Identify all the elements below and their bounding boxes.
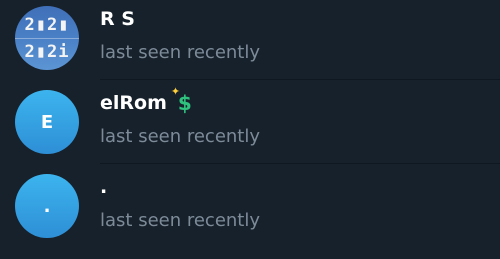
contact-row[interactable]: E elRom ✦ $ last seen recently — [0, 80, 500, 164]
contact-row[interactable]: . . last seen recently — [0, 164, 500, 248]
contact-status: last seen recently — [100, 210, 261, 231]
avatar-initial: . — [43, 195, 51, 217]
contact-name: . — [100, 176, 107, 198]
contact-name-text: elRom — [100, 92, 167, 114]
contact-name: R S — [100, 8, 135, 30]
contact-name-text: R S — [100, 8, 135, 30]
avatar-photo-text: 2▮2▮ — [24, 14, 70, 35]
contact-avatar[interactable]: E — [15, 90, 79, 154]
contact-avatar[interactable]: . — [15, 174, 79, 238]
contact-status: last seen recently — [100, 126, 261, 147]
contact-name: elRom ✦ $ — [100, 86, 197, 114]
contact-name-text: . — [100, 176, 108, 198]
contact-avatar[interactable]: 2▮2▮ 2▮2i — [15, 6, 79, 70]
contact-status: last seen recently — [100, 42, 261, 63]
contact-list: 2▮2▮ 2▮2i R S last seen recently E elRom… — [0, 0, 500, 259]
avatar-initial: E — [40, 111, 54, 133]
avatar-photo: 2▮2▮ 2▮2i — [15, 12, 79, 65]
contact-row[interactable]: 2▮2▮ 2▮2i R S last seen recently — [0, 0, 500, 80]
avatar-photo-text: 2▮2i — [15, 37, 79, 65]
dollar-sparkle-icon[interactable]: ✦ $ — [171, 86, 197, 114]
